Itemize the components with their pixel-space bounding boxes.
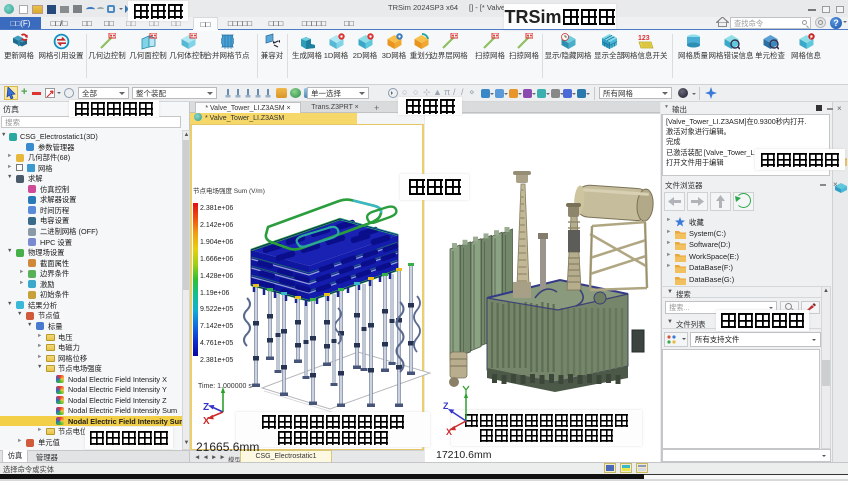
svg-text:X: X bbox=[203, 416, 210, 426]
svg-text:123: 123 bbox=[638, 35, 650, 42]
svg-text:Z: Z bbox=[443, 401, 449, 411]
svg-text:i: i bbox=[810, 35, 811, 41]
svg-text:X: X bbox=[446, 427, 452, 435]
svg-text:Z: Z bbox=[203, 402, 209, 413]
